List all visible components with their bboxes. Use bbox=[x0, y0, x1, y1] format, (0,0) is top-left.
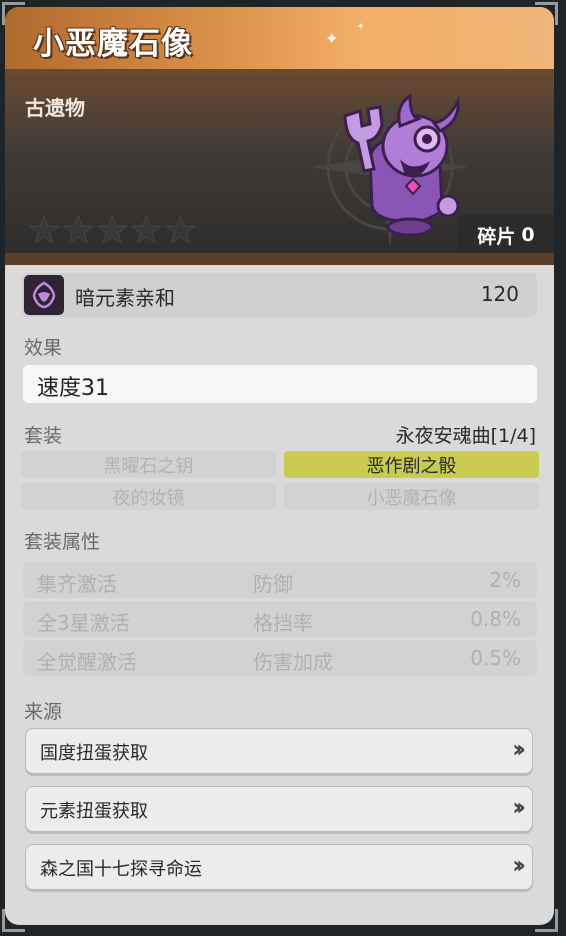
source-forest-fate-button[interactable]: 森之国十七探寻命运 ›› bbox=[25, 844, 533, 890]
frame-corner-decoration bbox=[535, 909, 558, 932]
attribute-condition: 全觉醒激活 bbox=[37, 650, 137, 674]
star-icon: ★ bbox=[95, 208, 130, 252]
set-attribute-row: 全3星激活 格挡率 0.8% bbox=[23, 601, 537, 637]
source-gacha-element-button[interactable]: 元素扭蛋获取 ›› bbox=[25, 786, 533, 832]
frame-corner-decoration bbox=[535, 2, 558, 25]
effect-box: 速度31 bbox=[23, 365, 537, 403]
sparkle-icon: ✦ bbox=[325, 29, 339, 48]
attribute-condition: 全3星激活 bbox=[37, 611, 130, 635]
affinity-row: 暗元素亲和 120 bbox=[22, 273, 537, 317]
frame-corner-decoration bbox=[2, 2, 25, 25]
attribute-name: 格挡率 bbox=[253, 611, 313, 635]
star-icon: ★ bbox=[163, 208, 198, 252]
fragment-counter: 碎片 0 bbox=[458, 215, 554, 255]
double-chevron-right-icon: ›› bbox=[512, 793, 526, 821]
set-attribute-row: 集齐激活 防御 2% bbox=[23, 562, 537, 598]
relic-banner: 古遗物 ★ ★ ★ ★ ★ 碎片 0 bbox=[5, 69, 554, 265]
attribute-value: 0.5% bbox=[470, 646, 521, 670]
star-rating: ★ ★ ★ ★ ★ bbox=[27, 211, 197, 249]
star-icon: ★ bbox=[129, 208, 164, 252]
relic-title: 小恶魔石像 bbox=[33, 26, 193, 62]
effect-section-label: 效果 bbox=[24, 337, 63, 359]
sparkle-icon: ✦ bbox=[357, 22, 365, 32]
effect-text: 速度31 bbox=[37, 376, 109, 401]
double-chevron-right-icon: ›› bbox=[512, 735, 526, 763]
star-icon: ★ bbox=[61, 208, 96, 252]
set-name: 永夜安魂曲[1/4] bbox=[395, 425, 536, 447]
source-label: 元素扭蛋获取 bbox=[40, 801, 148, 822]
attribute-value: 2% bbox=[489, 568, 521, 592]
set-section-label: 套装 bbox=[24, 425, 63, 447]
source-section-label: 来源 bbox=[24, 701, 63, 723]
attribute-condition: 集齐激活 bbox=[37, 572, 117, 596]
star-icon: ★ bbox=[27, 208, 62, 252]
source-label: 森之国十七探寻命运 bbox=[40, 859, 202, 880]
set-item-obsidian-key[interactable]: 黑曜石之钥 bbox=[21, 451, 276, 478]
dark-element-icon bbox=[24, 275, 64, 315]
fragment-value: 0 bbox=[521, 224, 535, 246]
set-attributes-section-label: 套装属性 bbox=[24, 531, 101, 553]
set-item-night-mirror[interactable]: 夜的妆镜 bbox=[21, 483, 276, 510]
source-gacha-nation-button[interactable]: 国度扭蛋获取 ›› bbox=[25, 728, 533, 774]
fragment-label: 碎片 bbox=[477, 225, 516, 248]
relic-category: 古遗物 bbox=[25, 96, 85, 120]
attribute-name: 防御 bbox=[253, 572, 293, 596]
title-bar: 小恶魔石像 ✦ ✦ bbox=[5, 7, 554, 69]
frame-corner-decoration bbox=[2, 909, 25, 932]
relic-detail-panel: 小恶魔石像 ✦ ✦ 古遗物 ★ ★ ★ ★ ★ 碎片 0 暗元素亲和 120 效… bbox=[5, 7, 554, 925]
set-item-imp-statue[interactable]: 小恶魔石像 bbox=[284, 483, 539, 510]
set-item-prank-dice[interactable]: 恶作剧之骰 bbox=[284, 451, 539, 478]
attribute-name: 伤害加成 bbox=[253, 650, 333, 674]
set-attribute-row: 全觉醒激活 伤害加成 0.5% bbox=[23, 640, 537, 676]
affinity-value: 120 bbox=[480, 282, 519, 306]
source-label: 国度扭蛋获取 bbox=[40, 743, 148, 764]
attribute-value: 0.8% bbox=[470, 607, 521, 631]
affinity-label: 暗元素亲和 bbox=[75, 286, 175, 310]
double-chevron-right-icon: ›› bbox=[512, 851, 526, 879]
